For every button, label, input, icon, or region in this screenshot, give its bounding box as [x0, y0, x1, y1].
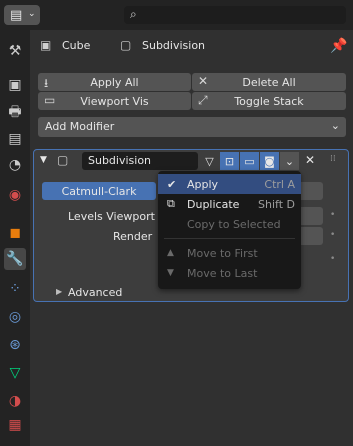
breadcrumb-modifier: Subdivision [142, 39, 206, 52]
duplicate-icon: ⧉ [167, 197, 175, 210]
on-cage-icon[interactable]: ▽ [200, 152, 219, 170]
catmull-clark-button[interactable]: Catmull-Clark [42, 182, 156, 200]
delete-all-label: Delete All [242, 75, 296, 89]
menu-item-shortcut: Ctrl A [264, 177, 295, 191]
menu-item-duplicate[interactable]: ⧉ Duplicate Shift D [158, 194, 301, 214]
toggle-stack-label: Toggle Stack [234, 94, 304, 108]
add-modifier-dropdown[interactable]: Add Modifier ⌄ [38, 117, 346, 137]
modifier-name-field[interactable]: Subdivision [82, 152, 198, 170]
properties-tabs-sidebar: ⚒ ▣ 🖶 ▤ ◔ ◉ ◼ 🔧 ⁘ ◎ ⊛ ▽ ◑ ▦ [0, 30, 30, 446]
x-icon: ✕ [198, 74, 209, 88]
add-modifier-label: Add Modifier [45, 120, 115, 133]
material-icon[interactable]: ◑ [4, 390, 26, 412]
editor-type-button[interactable]: ▤ ⌄ [4, 5, 40, 25]
subdivision-modifier-icon: ▢ [57, 153, 69, 167]
expand-arrows-icon: ⤢ [198, 93, 208, 107]
checkmark-icon: ✔ [167, 177, 177, 191]
menu-item-copy-to-selected[interactable]: Copy to Selected [158, 214, 301, 234]
modifier-wrench-icon[interactable]: 🔧 [4, 248, 26, 270]
search-icon: ⌕ [130, 7, 137, 21]
menu-item-apply[interactable]: ✔ Apply Ctrl A [158, 174, 301, 194]
world-icon[interactable]: ◉ [4, 184, 26, 206]
constraints-icon[interactable]: ⊛ [4, 334, 26, 356]
expand-triangle-icon[interactable]: ▶ [56, 287, 62, 296]
chevron-down-icon[interactable]: ⌄ [280, 152, 299, 170]
output-icon[interactable]: 🖶 [4, 102, 26, 124]
tool-icon[interactable]: ⚒ [4, 40, 26, 62]
delete-all-button[interactable]: ✕ Delete All [192, 73, 346, 91]
render-icon[interactable]: ▣ [4, 74, 26, 96]
catmull-clark-label: Catmull-Clark [61, 184, 137, 198]
particles-icon[interactable]: ⁘ [4, 278, 26, 300]
arrow-down-icon: ▼ [167, 268, 174, 278]
menu-separator [164, 238, 295, 239]
menu-item-label: Move to First [187, 246, 258, 260]
viewport-vis-button[interactable]: ▭ Viewport Vis [38, 92, 191, 110]
render-levels-label: Render [113, 230, 153, 243]
menu-item-shortcut: Shift D [258, 197, 295, 211]
modifier-context-menu: ✔ Apply Ctrl A ⧉ Duplicate Shift D Copy … [158, 171, 301, 289]
chevron-down-icon: ⌄ [330, 119, 340, 132]
search-input[interactable]: ⌕ [124, 6, 346, 24]
menu-item-label: Move to Last [187, 266, 258, 280]
menu-item-label: Copy to Selected [187, 217, 281, 231]
object-icon[interactable]: ◼ [4, 222, 26, 244]
cube-object-icon: ▣ [40, 38, 52, 52]
pin-icon[interactable]: 📌 [330, 38, 347, 54]
edit-mode-icon[interactable]: ⊡ [220, 152, 239, 170]
close-icon[interactable]: ✕ [305, 153, 315, 167]
scene-icon[interactable]: ◔ [4, 154, 26, 176]
advanced-subpanel-label[interactable]: Advanced [68, 286, 122, 299]
menu-item-move-to-last[interactable]: ▼ Move to Last [158, 263, 301, 283]
keyframe-dot-icon[interactable]: • [330, 230, 335, 240]
viewport-display-icon[interactable]: ▭ [240, 152, 259, 170]
menu-item-label: Apply [187, 177, 219, 191]
monitor-icon: ▭ [44, 93, 56, 107]
menu-item-label: Duplicate [187, 197, 240, 211]
texture-icon[interactable]: ▦ [4, 414, 26, 436]
toggle-stack-button[interactable]: ⤢ Toggle Stack [192, 92, 346, 110]
keyframe-dot-icon[interactable]: • [330, 210, 335, 220]
properties-header: ▤ ⌄ ⌕ [0, 0, 353, 30]
view-layer-icon[interactable]: ▤ [4, 128, 26, 150]
arrow-up-icon: ▲ [167, 248, 174, 258]
collapse-triangle-icon[interactable]: ▼ [40, 155, 47, 165]
levels-viewport-label: Levels Viewport [68, 210, 155, 223]
apply-all-button[interactable]: ⭳ Apply All [38, 73, 191, 91]
viewport-vis-label: Viewport Vis [80, 94, 149, 108]
render-camera-icon[interactable]: ◙ [260, 152, 279, 170]
keyframe-dot-icon[interactable]: • [330, 254, 335, 264]
drag-handle-icon[interactable]: ⁞⁞ [330, 154, 336, 164]
menu-item-move-to-first[interactable]: ▲ Move to First [158, 243, 301, 263]
subdivision-modifier-icon: ▢ [120, 38, 132, 52]
physics-icon[interactable]: ◎ [4, 306, 26, 328]
data-mesh-icon[interactable]: ▽ [4, 362, 26, 384]
breadcrumb-object: Cube [62, 39, 91, 52]
modifier-name-value: Subdivision [88, 154, 152, 167]
properties-editor-icon: ▤ [10, 8, 23, 23]
apply-all-label: Apply All [90, 75, 139, 89]
chevron-down-icon: ⌄ [28, 9, 36, 19]
